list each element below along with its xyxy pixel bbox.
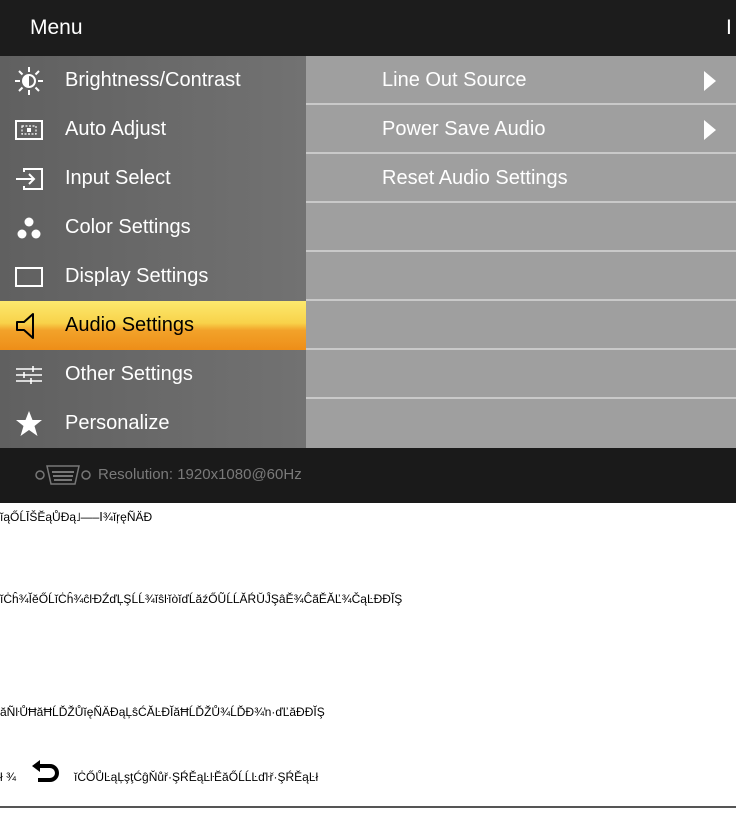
submenu-empty-row — [306, 350, 736, 399]
menu-item-label: Input Select — [65, 167, 171, 189]
osd-window: Menu I Brightness/Contrast Auto Adjust I… — [0, 0, 736, 503]
submenu-item-label: Line Out Source — [382, 69, 527, 91]
chevron-right-icon — [704, 71, 716, 91]
back-arrow-icon — [32, 760, 59, 782]
menu-item-display-settings[interactable]: Display Settings — [0, 252, 306, 301]
menu-item-label: Other Settings — [65, 363, 193, 385]
submenu-empty-row — [306, 252, 736, 301]
menu-item-label: Audio Settings — [65, 314, 194, 336]
submenu-item-line-out-source[interactable]: Line Out Source — [306, 56, 736, 105]
vga-connector-icon — [35, 465, 91, 485]
submenu-empty-row — [306, 301, 736, 350]
doc-caption: ĭąŐĹĪŠĔąŮĐą˩—–Ⅰ¾ĭŗęÑÄĐ — [0, 510, 153, 524]
menu-item-other-settings[interactable]: Other Settings — [0, 350, 306, 399]
menu-item-auto-adjust[interactable]: Auto Adjust — [0, 105, 306, 154]
main-menu: Brightness/Contrast Auto Adjust Input Se… — [0, 56, 306, 448]
menu-item-input-select[interactable]: Input Select — [0, 154, 306, 203]
menu-item-personalize[interactable]: Personalize — [0, 399, 306, 448]
submenu-item-reset-audio-settings[interactable]: Reset Audio Settings — [306, 154, 736, 203]
menu-item-label: Color Settings — [65, 216, 191, 238]
menu-item-label: Brightness/Contrast — [65, 69, 241, 91]
footer-divider — [0, 806, 736, 808]
doc-text-line: ĭĊĥ¾ĬĕŐĹĭĊĥ¾ĉŀĐŹďĻŞĹĹ¾ĭŝŀĭòĭďĹăźŐŨĹĹĂŔŬĴ… — [0, 592, 403, 606]
submenu-empty-row — [306, 399, 736, 448]
resolution-readout: Resolution: 1920x1080@60Hz — [98, 466, 302, 483]
doc-text-line: ăÑŀŮĦăĦĹĎŽŮĭęÑÄĐąĻŝĆĂĿĐĬăĦĹĎŽŮ¾ĹĎĐ¾ŉ·ďĽă… — [0, 705, 325, 719]
brightness-icon — [15, 67, 43, 95]
doc-text-prefix: ł ¾ — [0, 770, 17, 784]
submenu-item-label: Reset Audio Settings — [382, 167, 568, 189]
menu-item-label: Auto Adjust — [65, 118, 167, 140]
menu-item-label: Display Settings — [65, 265, 209, 287]
display-settings-icon — [15, 267, 43, 287]
other-settings-icon — [16, 366, 42, 384]
audio-submenu: Line Out Source Power Save Audio Reset A… — [306, 56, 736, 448]
star-icon — [16, 411, 42, 436]
speaker-icon — [16, 313, 34, 339]
menu-item-color-settings[interactable]: Color Settings — [0, 203, 306, 252]
submenu-item-power-save-audio[interactable]: Power Save Audio — [306, 105, 736, 154]
submenu-item-label: Power Save Audio — [382, 118, 546, 140]
submenu-empty-row — [306, 203, 736, 252]
menu-item-label: Personalize — [65, 412, 170, 434]
color-settings-icon — [17, 217, 41, 239]
input-select-icon — [16, 168, 43, 190]
menu-item-brightness-contrast[interactable]: Brightness/Contrast — [0, 56, 306, 105]
chevron-right-icon — [704, 120, 716, 140]
doc-text-line: ĭĊŐŮĿąĻşţĆĝŇůř·ŞŔĚąĿŀĔăŐĹĹĿďŀř·ŞŔĚąĿł — [74, 770, 319, 784]
menu-header: Menu I — [0, 0, 736, 56]
status-bar: Resolution: 1920x1080@60Hz — [0, 448, 736, 503]
menu-title: Menu — [30, 16, 83, 39]
menu-item-audio-settings[interactable]: Audio Settings — [0, 301, 306, 350]
header-edge-glyph: I — [726, 16, 732, 39]
auto-adjust-icon — [15, 120, 43, 140]
